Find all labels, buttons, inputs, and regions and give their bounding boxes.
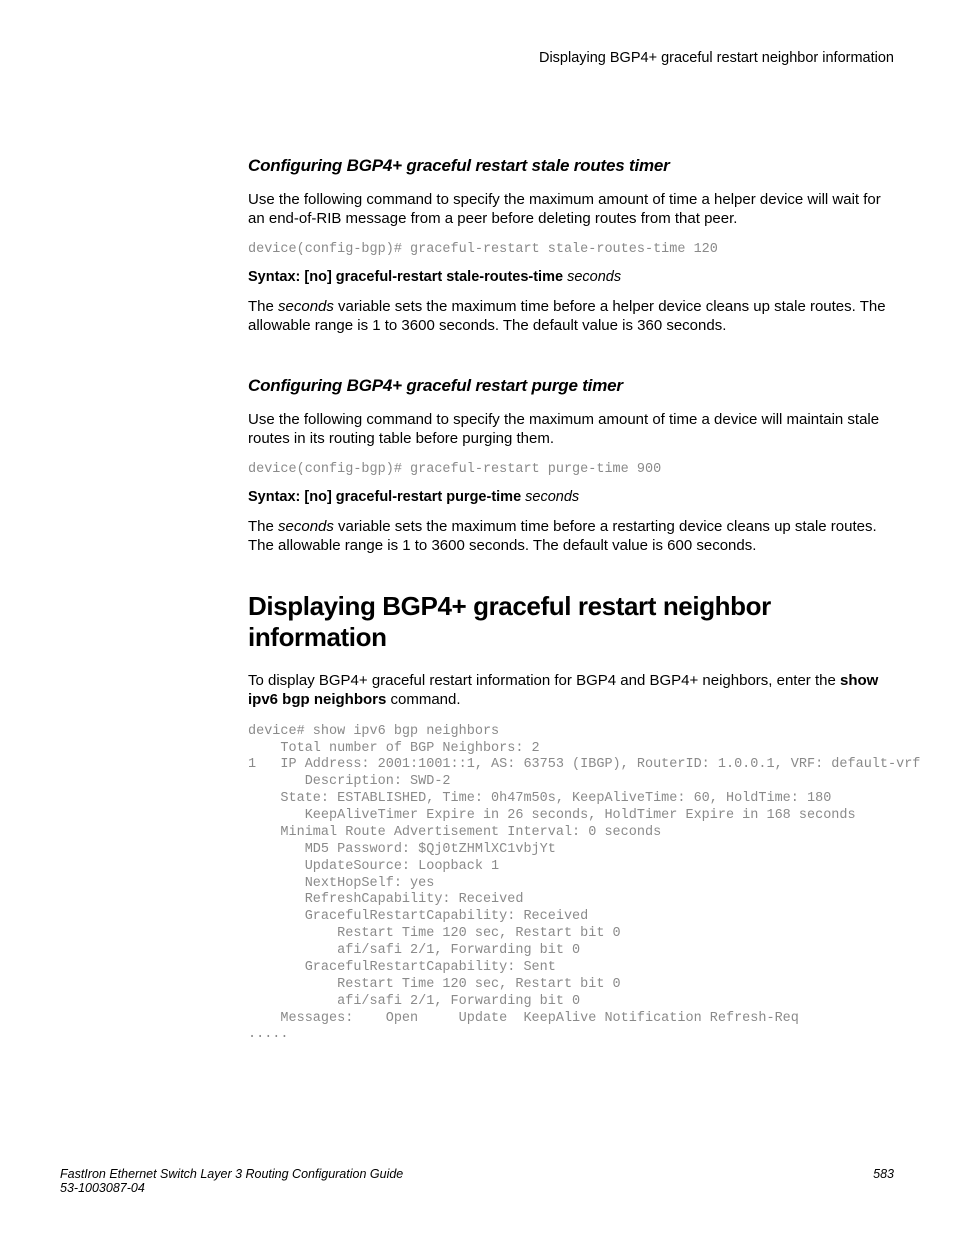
syntax-prefix: Syntax: [no] graceful-restart purge-time — [248, 489, 521, 505]
footer-left: FastIron Ethernet Switch Layer 3 Routing… — [60, 1167, 403, 1195]
text: The — [248, 518, 278, 535]
footer-title: FastIron Ethernet Switch Layer 3 Routing… — [60, 1167, 403, 1181]
syntax-var: seconds — [521, 489, 579, 505]
footer-docnum: 53-1003087-04 — [60, 1181, 403, 1195]
var-seconds: seconds — [278, 298, 334, 315]
text: variable sets the maximum time before a … — [248, 518, 877, 554]
code-show-neighbors: device# show ipv6 bgp neighbors Total nu… — [248, 724, 894, 1045]
intro-displaying: To display BGP4+ graceful restart inform… — [248, 671, 894, 709]
text: command. — [386, 691, 460, 708]
code-purge: device(config-bgp)# graceful-restart pur… — [248, 462, 894, 479]
text: To display BGP4+ graceful restart inform… — [248, 672, 840, 689]
body-purge-2: The seconds variable sets the maximum ti… — [248, 517, 894, 555]
heading-stale-routes-timer: Configuring BGP4+ graceful restart stale… — [248, 156, 894, 176]
footer-pagenum: 583 — [873, 1167, 894, 1195]
syntax-purge: Syntax: [no] graceful-restart purge-time… — [248, 489, 894, 505]
text: The — [248, 298, 278, 315]
heading-purge-timer: Configuring BGP4+ graceful restart purge… — [248, 376, 894, 396]
intro-stale-routes: Use the following command to specify the… — [248, 190, 894, 228]
syntax-stale-routes: Syntax: [no] graceful-restart stale-rout… — [248, 269, 894, 285]
syntax-prefix: Syntax: [no] graceful-restart stale-rout… — [248, 269, 563, 285]
var-seconds: seconds — [278, 518, 334, 535]
body-stale-routes-2: The seconds variable sets the maximum ti… — [248, 297, 894, 335]
text: variable sets the maximum time before a … — [248, 298, 886, 334]
heading-displaying-info: Displaying BGP4+ graceful restart neighb… — [248, 591, 894, 653]
footer: FastIron Ethernet Switch Layer 3 Routing… — [60, 1167, 894, 1195]
spacer — [248, 350, 894, 376]
running-header: Displaying BGP4+ graceful restart neighb… — [248, 50, 894, 66]
code-stale-routes: device(config-bgp)# graceful-restart sta… — [248, 242, 894, 259]
syntax-var: seconds — [563, 269, 621, 285]
intro-purge: Use the following command to specify the… — [248, 410, 894, 448]
page: Displaying BGP4+ graceful restart neighb… — [0, 0, 954, 1235]
